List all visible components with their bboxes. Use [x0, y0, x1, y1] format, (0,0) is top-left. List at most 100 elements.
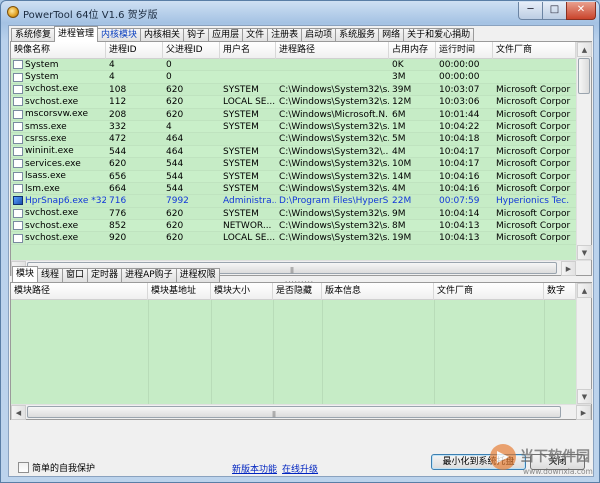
- cell-path: C:\Windows\System32\s...: [279, 208, 389, 219]
- scroll-right-arrow-icon[interactable]: ▶: [576, 405, 591, 420]
- table-row[interactable]: svchost.exe 920 620 LOCAL SE... C:\Windows\S…: [11, 232, 576, 245]
- tab-system-services[interactable]: 系统服务: [335, 28, 380, 42]
- app-window: PowerTool 64位 V1.6 贺岁版 ─ □ ✕ 系统修复 进程管理 内…: [0, 0, 600, 483]
- table-row[interactable]: System 4 0 3M 00:00:00: [11, 71, 576, 84]
- tab-network[interactable]: 网络: [378, 28, 405, 42]
- cell-path: C:\Windows\System32\s...: [279, 183, 389, 194]
- scroll-thumb[interactable]: [578, 58, 590, 94]
- tab-threads[interactable]: 线程: [37, 268, 64, 282]
- self-protect-checkbox[interactable]: [18, 462, 29, 473]
- title-bar[interactable]: PowerTool 64位 V1.6 贺岁版 ─ □ ✕: [1, 1, 599, 23]
- self-protect-label: 简单的自我保护: [32, 464, 96, 474]
- tab-hooks[interactable]: 钩子: [183, 28, 210, 42]
- table-row[interactable]: lsass.exe 656 544 SYSTEM C:\Windows\System32…: [11, 170, 576, 183]
- cell-run-time: 10:04:22: [439, 121, 480, 132]
- cell-run-time: 10:04:13: [439, 221, 480, 232]
- tab-process-privileges[interactable]: 进程权限: [175, 268, 220, 282]
- cell-image-name: System: [11, 71, 106, 82]
- tab-windows[interactable]: 窗口: [62, 268, 89, 282]
- process-vertical-scrollbar[interactable]: ▲ ▼: [576, 42, 592, 260]
- main-tab-bar: 系统修复 进程管理 内核模块 内核相关 钩子 应用层 文件 注册表 启动项 系统…: [11, 26, 475, 42]
- cell-vendor: Microsoft Corpor: [496, 159, 571, 170]
- cell-run-time: 00:00:00: [439, 60, 480, 70]
- tab-files[interactable]: 文件: [242, 28, 269, 42]
- col-module-size[interactable]: 模块大小: [211, 283, 273, 300]
- tab-kernel-modules[interactable]: 内核模块: [97, 28, 142, 42]
- col-vendor[interactable]: 文件厂商: [434, 283, 544, 300]
- col-vendor[interactable]: 文件厂商: [493, 42, 576, 59]
- tab-startup[interactable]: 启动项: [301, 28, 337, 42]
- col-version[interactable]: 版本信息: [322, 283, 434, 300]
- table-row[interactable]: System 4 0 0K 00:00:00: [11, 59, 576, 72]
- cell-ppid: 464: [166, 134, 184, 145]
- minimize-button[interactable]: ─: [518, 2, 543, 20]
- table-row[interactable]: svchost.exe 112 620 LOCAL SE... C:\Windows\S…: [11, 96, 576, 109]
- cell-pid: 108: [109, 84, 127, 95]
- cell-run-time: 10:04:16: [439, 171, 480, 182]
- table-row[interactable]: svchost.exe 776 620 SYSTEM C:\Windows\System…: [11, 207, 576, 221]
- col-process-path[interactable]: 进程路径: [276, 42, 389, 59]
- cell-pid: 112: [109, 97, 127, 108]
- scroll-down-arrow-icon[interactable]: ▼: [577, 389, 592, 404]
- process-table-body: System 4 0 0K 00:00:00 System 4 0 3M 00:00:00 svch…: [11, 59, 576, 245]
- cell-username: LOCAL SE...: [223, 97, 276, 108]
- scroll-thumb[interactable]: |||: [27, 406, 561, 418]
- cell-pid: 472: [109, 134, 127, 145]
- module-horizontal-scrollbar[interactable]: ◀ ||| ▶: [11, 404, 591, 420]
- process-file-icon: [13, 97, 23, 107]
- minimize-to-tray-button[interactable]: 最小化到系统托盘: [431, 454, 526, 470]
- tab-process-api-hooks[interactable]: 进程AP购子: [121, 268, 177, 282]
- col-hidden[interactable]: 是否隐藏: [273, 283, 322, 300]
- tab-modules[interactable]: 模块: [12, 266, 39, 282]
- cell-username: SYSTEM: [223, 208, 259, 219]
- col-digital-signature[interactable]: 数字: [544, 283, 576, 300]
- table-row[interactable]: lsm.exe 664 544 SYSTEM C:\Windows\System32\s…: [11, 182, 576, 196]
- tab-app-layer[interactable]: 应用层: [208, 28, 244, 42]
- col-module-path[interactable]: 模块路径: [11, 283, 148, 300]
- tab-system-repair[interactable]: 系统修复: [11, 28, 56, 42]
- tab-timers[interactable]: 定时器: [87, 268, 123, 282]
- col-image-name[interactable]: 映像名称: [11, 42, 106, 59]
- process-file-icon: [13, 134, 23, 144]
- scroll-up-arrow-icon[interactable]: ▲: [577, 42, 592, 57]
- table-row[interactable]: smss.exe 332 4 SYSTEM C:\Windows\System32\s.…: [11, 120, 576, 134]
- tab-process-manager[interactable]: 进程管理: [54, 26, 99, 42]
- cell-ppid: 544: [166, 171, 184, 182]
- col-base-address[interactable]: 模块基地址: [148, 283, 211, 300]
- scroll-up-arrow-icon[interactable]: ▲: [577, 283, 592, 298]
- tab-kernel-related[interactable]: 内核相关: [140, 28, 185, 42]
- self-protect-checkbox-row[interactable]: 简单的自我保护: [18, 461, 95, 474]
- table-row[interactable]: services.exe 620 544 SYSTEM C:\Windows\Syste…: [11, 158, 576, 171]
- table-row[interactable]: svchost.exe 108 620 SYSTEM C:\Windows\System…: [11, 83, 576, 97]
- table-row[interactable]: mscorsvw.exe 208 620 SYSTEM C:\Windows\Micro…: [11, 108, 576, 121]
- cell-vendor: Microsoft Corpor: [496, 121, 571, 132]
- col-ppid[interactable]: 父进程ID: [163, 42, 220, 59]
- cell-image-name: HprSnap6.exe *32: [11, 195, 106, 206]
- scroll-down-arrow-icon[interactable]: ▼: [577, 245, 592, 260]
- close-button[interactable]: 关闭: [530, 454, 585, 470]
- cell-memory: 10M: [392, 159, 412, 170]
- table-row[interactable]: HprSnap6.exe *32 716 7992 Administra... D:\P…: [11, 195, 576, 208]
- col-username[interactable]: 用户名: [220, 42, 276, 59]
- scroll-right-arrow-icon[interactable]: ▶: [561, 261, 576, 276]
- col-pid[interactable]: 进程ID: [106, 42, 163, 59]
- scroll-left-arrow-icon[interactable]: ◀: [11, 405, 26, 420]
- col-run-time[interactable]: 运行时间: [436, 42, 493, 59]
- module-vertical-scrollbar[interactable]: ▲ ▼: [576, 283, 592, 404]
- table-row[interactable]: svchost.exe 852 620 NETWOR... C:\Windows\Sys…: [11, 220, 576, 233]
- cell-username: SYSTEM: [223, 109, 259, 120]
- online-update-link[interactable]: 在线升级: [282, 462, 318, 475]
- tab-about-donate[interactable]: 关于和爱心捐助: [403, 28, 475, 42]
- maximize-button[interactable]: □: [542, 2, 567, 20]
- table-row[interactable]: wininit.exe 544 464 SYSTEM C:\Windows\System…: [11, 145, 576, 159]
- new-features-link[interactable]: 新版本功能: [232, 462, 277, 475]
- process-file-icon: [13, 208, 23, 218]
- process-name: svchost.exe: [25, 84, 79, 95]
- close-window-button[interactable]: ✕: [566, 2, 596, 20]
- process-name: services.exe: [25, 158, 81, 169]
- table-row[interactable]: csrss.exe 472 464 C:\Windows\System32\c... 5…: [11, 133, 576, 146]
- window-title: PowerTool 64位 V1.6 贺岁版: [23, 10, 158, 21]
- tab-registry[interactable]: 注册表: [267, 28, 303, 42]
- cell-ppid: 0: [166, 72, 172, 83]
- col-memory[interactable]: 占用内存: [389, 42, 436, 59]
